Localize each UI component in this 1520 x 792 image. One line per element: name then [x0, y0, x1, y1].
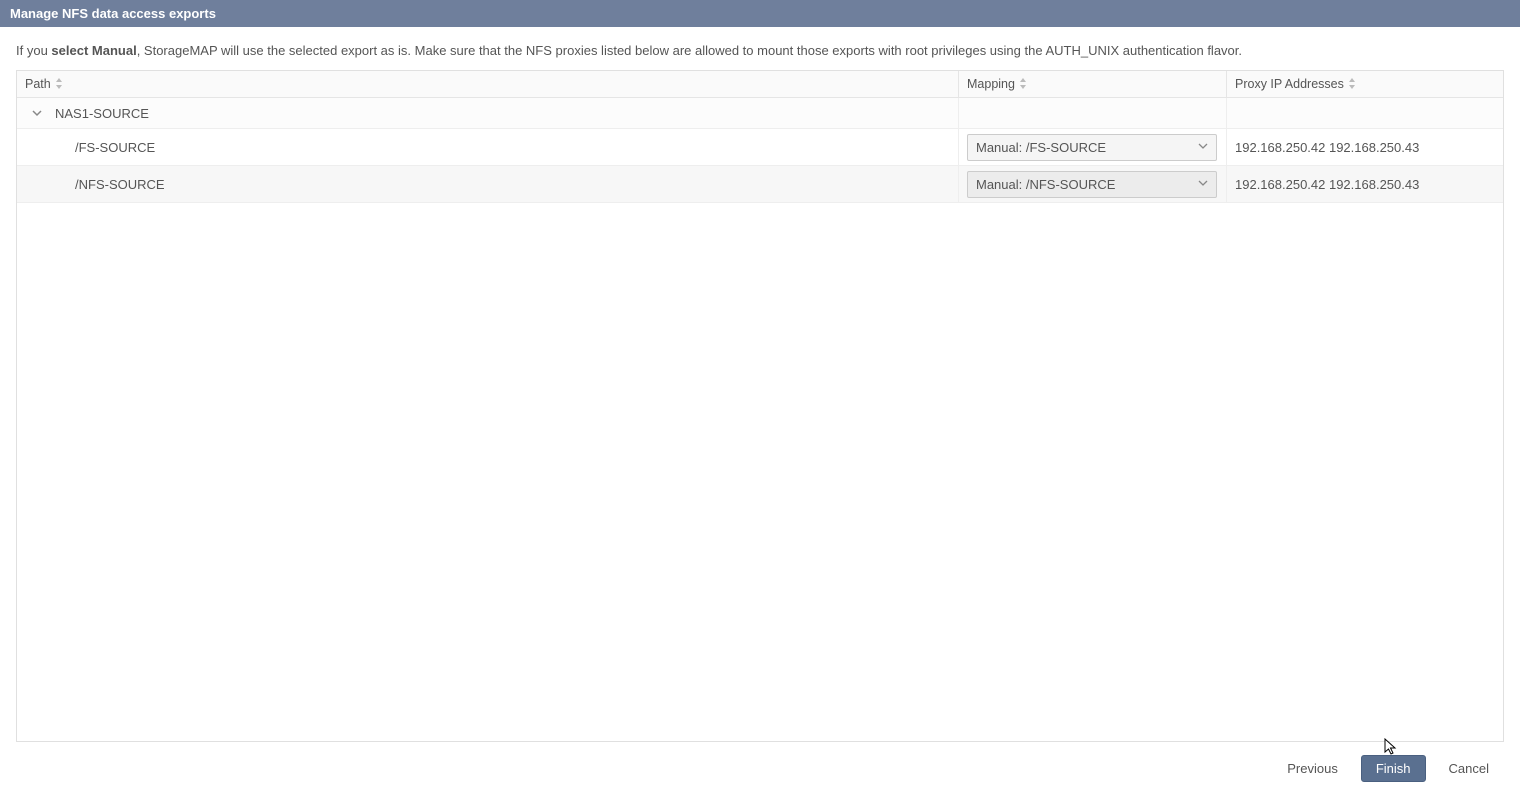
cancel-button[interactable]: Cancel [1434, 755, 1504, 782]
column-header-proxy[interactable]: Proxy IP Addresses [1227, 71, 1503, 97]
proxy-cell: 192.168.250.42 192.168.250.43 [1227, 166, 1503, 202]
mapping-select[interactable]: Manual: /FS-SOURCE [967, 134, 1217, 161]
exports-table: Path Mapping Proxy IP Addresses NAS1-SO [16, 70, 1504, 742]
column-header-mapping[interactable]: Mapping [959, 71, 1227, 97]
chevron-down-icon [1198, 141, 1208, 154]
info-suffix: , StorageMAP will use the selected expor… [137, 43, 1242, 58]
dialog-footer: Previous Finish Cancel [1256, 745, 1520, 792]
column-header-proxy-label: Proxy IP Addresses [1235, 77, 1344, 91]
path-text: /FS-SOURCE [75, 140, 155, 155]
proxy-cell: 192.168.250.42 192.168.250.43 [1227, 129, 1503, 165]
previous-button[interactable]: Previous [1272, 755, 1353, 782]
sort-icon [55, 78, 63, 90]
dialog-header: Manage NFS data access exports [0, 0, 1520, 27]
proxy-text: 192.168.250.42 192.168.250.43 [1235, 140, 1419, 155]
table-row: /FS-SOURCE Manual: /FS-SOURCE 192.168.25… [17, 129, 1503, 166]
table-body: NAS1-SOURCE /FS-SOURCE Manual: /FS-SOURC… [17, 98, 1503, 741]
sort-icon [1019, 78, 1027, 90]
table-row: /NFS-SOURCE Manual: /NFS-SOURCE 192.168.… [17, 166, 1503, 203]
chevron-down-icon [1198, 178, 1208, 191]
table-header-row: Path Mapping Proxy IP Addresses [17, 71, 1503, 98]
chevron-down-icon[interactable] [31, 107, 43, 119]
tree-parent-label: NAS1-SOURCE [55, 106, 149, 121]
mapping-select[interactable]: Manual: /NFS-SOURCE [967, 171, 1217, 198]
mapping-value: Manual: /FS-SOURCE [976, 140, 1106, 155]
column-header-mapping-label: Mapping [967, 77, 1015, 91]
sort-icon [1348, 78, 1356, 90]
mapping-cell: Manual: /FS-SOURCE [959, 129, 1227, 165]
path-cell: /NFS-SOURCE [17, 166, 959, 202]
path-cell: /FS-SOURCE [17, 129, 959, 165]
finish-button[interactable]: Finish [1361, 755, 1426, 782]
info-bold: select Manual [51, 43, 136, 58]
tree-parent-cell: NAS1-SOURCE [17, 98, 959, 128]
mapping-cell: Manual: /NFS-SOURCE [959, 166, 1227, 202]
tree-parent-mapping [959, 98, 1227, 128]
column-header-path-label: Path [25, 77, 51, 91]
info-prefix: If you [16, 43, 51, 58]
dialog-title: Manage NFS data access exports [10, 6, 216, 21]
info-text: If you select Manual, StorageMAP will us… [0, 27, 1520, 70]
mapping-value: Manual: /NFS-SOURCE [976, 177, 1115, 192]
proxy-text: 192.168.250.42 192.168.250.43 [1235, 177, 1419, 192]
column-header-path[interactable]: Path [17, 71, 959, 97]
tree-parent-row[interactable]: NAS1-SOURCE [17, 98, 1503, 129]
tree-parent-proxy [1227, 98, 1503, 128]
path-text: /NFS-SOURCE [75, 177, 165, 192]
